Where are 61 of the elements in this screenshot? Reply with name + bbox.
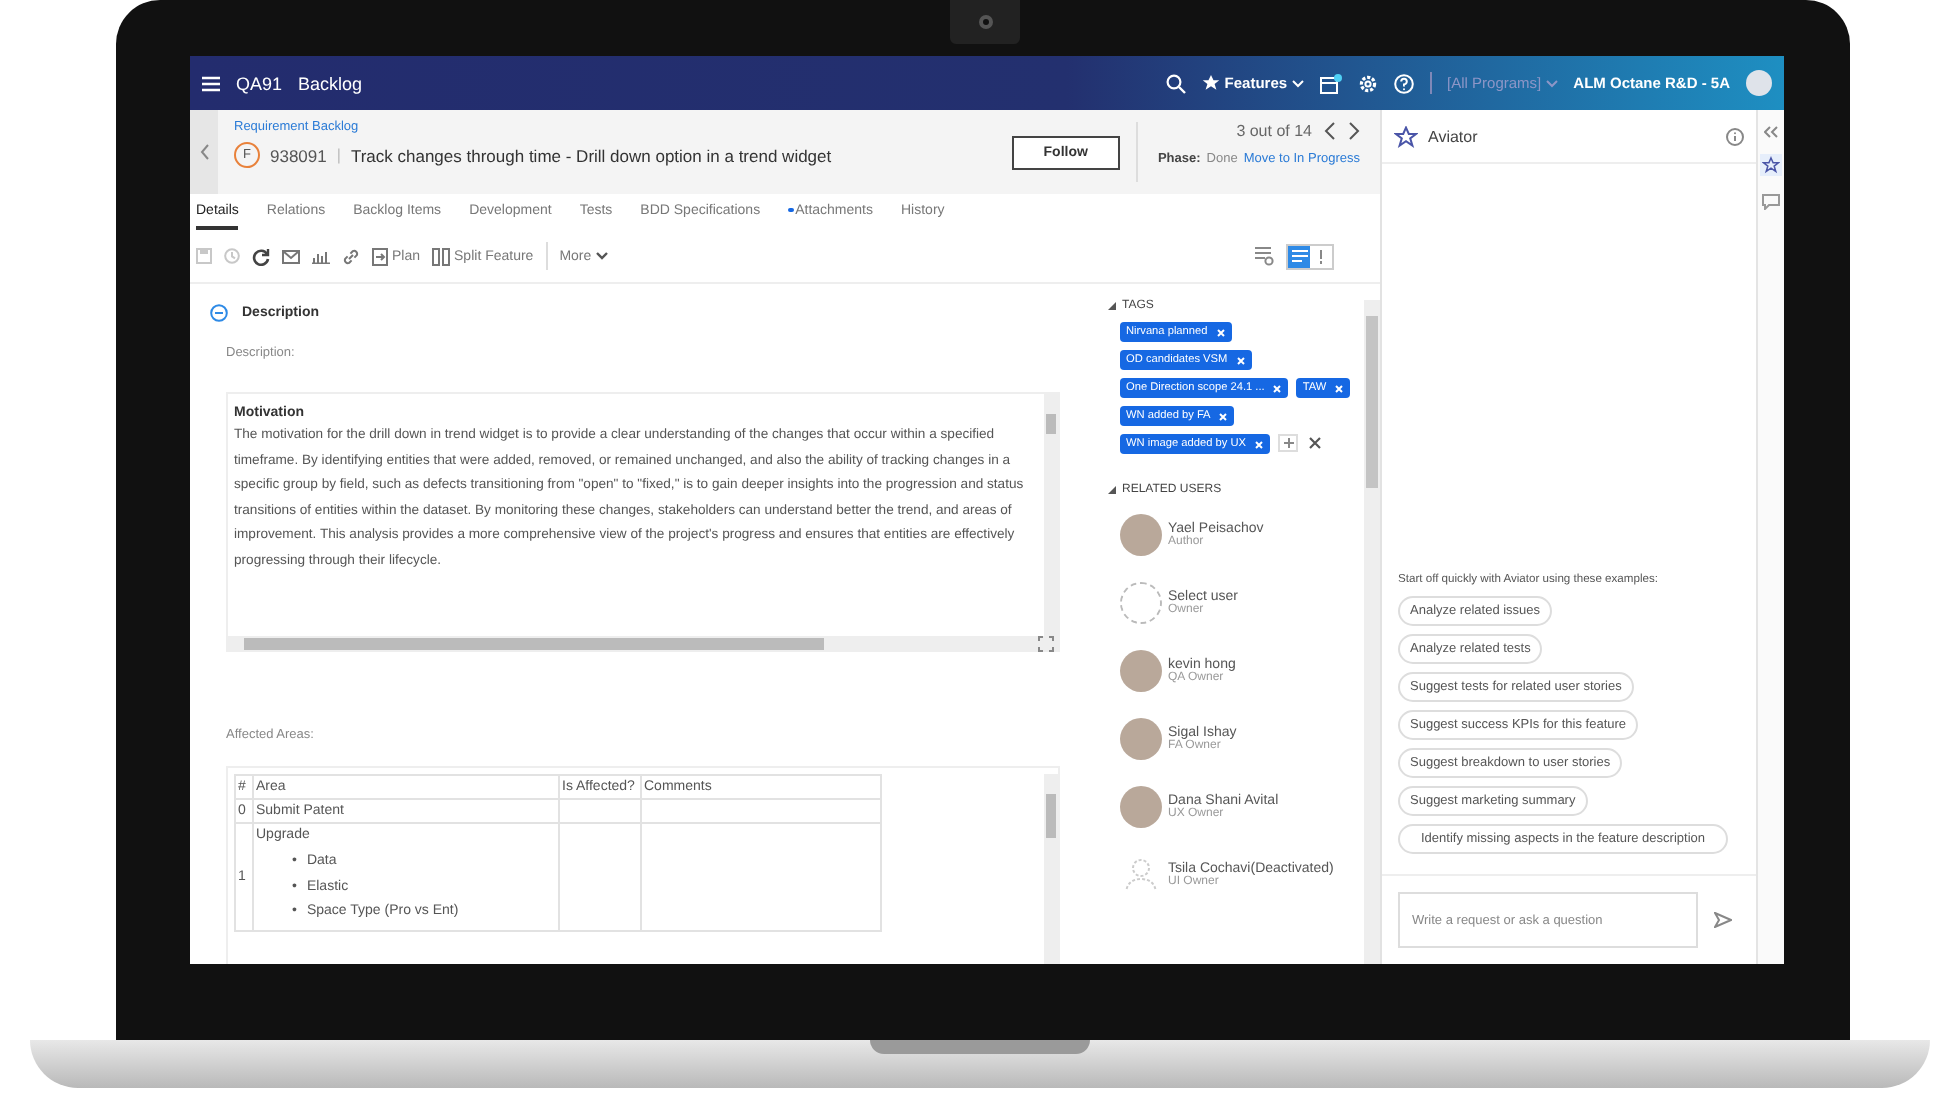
remove-icon[interactable] [1254,439,1265,449]
calendar-icon[interactable] [1319,73,1342,93]
collapse-panel-icon[interactable] [1764,126,1778,138]
avatar-placeholder [1120,650,1162,692]
remove-icon[interactable] [1235,355,1246,365]
mail-icon[interactable] [282,249,300,263]
info-icon[interactable] [1726,127,1744,145]
caret-icon [595,252,608,260]
scrollbar-thumb[interactable] [244,637,824,649]
previous-icon[interactable] [1324,122,1336,140]
remove-icon[interactable] [1218,411,1229,421]
scrollbar[interactable] [1044,394,1058,636]
star-icon [1202,74,1221,92]
clear-icon[interactable] [1306,434,1325,452]
caret-icon [1545,79,1558,87]
lines-icon [1291,250,1307,262]
avatar-placeholder [1120,514,1162,556]
item-id: 938091 [270,145,327,165]
plus-icon [1283,438,1294,448]
menu-icon[interactable] [202,75,220,91]
star-icon [1762,156,1780,174]
next-icon[interactable] [1348,122,1360,140]
collapse-arrow-icon[interactable] [1108,486,1116,494]
separator: | [336,146,341,164]
avatar-placeholder [1120,786,1162,828]
scrollbar[interactable] [1044,774,1058,964]
bar-icon [1318,249,1324,263]
panel-title: Aviator [1428,127,1478,145]
refresh-icon[interactable] [252,247,270,265]
aviator-tab[interactable] [1760,154,1782,176]
document-view-toggle[interactable] [1288,245,1310,267]
module-title: Backlog [298,73,363,93]
back-icon[interactable] [199,144,209,160]
add-tag-button[interactable] [1278,434,1299,452]
remove-icon[interactable] [1272,383,1283,393]
send-icon[interactable] [1714,912,1732,928]
remove-icon[interactable] [1215,327,1226,337]
workspace-code: QA91 [236,73,283,93]
avatar-placeholder [1120,718,1162,760]
search-icon[interactable] [1166,73,1187,93]
caret-icon [1291,79,1304,87]
help-icon[interactable] [1393,73,1414,93]
item-title: Track changes through time - Drill down option in a trend widget [350,145,832,165]
pager-text: 3 out of 14 [1236,122,1312,140]
comments-tab[interactable] [1760,192,1782,212]
comment-icon [1762,194,1780,210]
columns-icon [432,247,451,265]
fullscreen-icon[interactable] [1038,635,1054,651]
collapse-icon[interactable] [210,304,228,322]
plan-icon [372,247,388,265]
gear-icon[interactable] [1357,73,1378,93]
user-avatar[interactable] [1746,70,1772,96]
remove-icon[interactable] [1334,383,1345,393]
link-icon[interactable] [342,247,360,265]
aviator-star-icon [1394,125,1418,147]
camera-icon [977,14,993,30]
collapse-arrow-icon[interactable] [1108,302,1116,310]
chart-icon[interactable] [312,249,330,263]
description-editor[interactable] [226,392,1060,652]
layout-settings-icon[interactable] [1254,246,1274,266]
scrollbar[interactable] [1364,300,1380,964]
